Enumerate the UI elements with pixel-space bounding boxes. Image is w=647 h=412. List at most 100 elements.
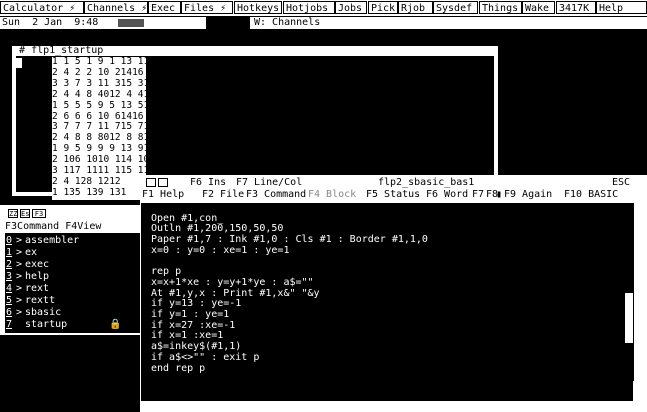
sleep-icon[interactable]: ZZ (8, 209, 18, 218)
menu-f3-key: F3 (5, 221, 18, 232)
wake-label: Wake (525, 3, 550, 14)
clock-display: Sun 2 Jan 9:48 (0, 17, 118, 29)
f3-command-button[interactable]: F3 Command (246, 189, 306, 201)
menu-list: 0 > assembler 1 > ex 2 > exec 3 > help 4 > rext 5 >… (5, 233, 140, 333)
code-line: if a$<>"" : exit p (151, 351, 260, 363)
f8-rect-icon: ▮ (496, 189, 503, 200)
menu-item-number: 7 (5, 319, 13, 330)
escape-button[interactable]: ESC (612, 177, 630, 189)
memory-button[interactable]: 3417K (556, 1, 596, 14)
f6-ins-label[interactable]: F6 Ins (190, 177, 226, 189)
menu-header-icons: ZZ Es F3 (8, 209, 84, 219)
menu-item-label: assembler (25, 235, 80, 246)
menu-item-label: help (25, 271, 50, 282)
menu-f4-key: F4 (65, 221, 78, 232)
rjob-button[interactable]: Rjob (398, 1, 433, 14)
f6-word-button[interactable]: F6 Word (426, 189, 468, 201)
exec-label: Exec (151, 3, 176, 14)
menu-item-ex[interactable]: 1 > ex (5, 247, 140, 259)
menu-item-label: exec (25, 259, 50, 270)
startup-window-title: # flp1_startup (17, 45, 106, 56)
channel-indicator: W: Channels (250, 17, 647, 29)
menu-item-number: 2 (5, 259, 13, 270)
f10-basic-button[interactable]: F10 BASIC (564, 189, 618, 201)
pick-label: Pick (371, 3, 396, 14)
code-line: end rep p (151, 362, 206, 374)
hotjobs-label: Hotjobs (286, 3, 329, 14)
text-cursor (16, 58, 22, 68)
things-label: Things (482, 3, 519, 14)
menu-item-assembler[interactable]: 0 > assembler (5, 235, 140, 247)
hotjobs-button[interactable]: Hotjobs (283, 1, 335, 14)
editor-scrollbar[interactable] (624, 203, 634, 381)
hash-label: # (19, 45, 26, 56)
arrow-icon: > (15, 295, 23, 306)
wake-button[interactable]: Wake (522, 1, 555, 14)
pick-button[interactable]: Pick (368, 1, 398, 14)
files-button[interactable]: Files ⚡ (181, 1, 233, 14)
code-line: ​ (141, 257, 633, 268)
menu-item-label: rext (25, 283, 50, 294)
arrow-icon: > (15, 283, 23, 294)
f2-file-button[interactable]: F2 File (202, 189, 244, 201)
progress-fill (118, 19, 145, 27)
f7-button[interactable]: F7 (472, 189, 484, 201)
menu-item-number: 5 (5, 295, 13, 306)
arrow-icon: > (15, 271, 23, 282)
sysdef-button[interactable]: Sysdef (433, 1, 478, 14)
f9-again-button[interactable]: F9 Again (504, 189, 552, 201)
hotkeys-button[interactable]: Hotkeys (234, 1, 282, 14)
escape-icon[interactable]: Es (20, 209, 30, 218)
menu-item-rext[interactable]: 4 > rext (5, 283, 140, 295)
lightning-icon: ⚡ (220, 3, 227, 14)
menu-item-rextt[interactable]: 5 > rextt (5, 295, 140, 307)
output-row: 1 5 5 5 9 5 13 517 521 525 5 (52, 99, 146, 111)
arrow-icon: > (15, 235, 23, 246)
menu-item-number: 4 (5, 283, 13, 294)
editor-right-border (634, 203, 647, 401)
menu-item-number: 3 (5, 271, 13, 282)
arrow-icon: > (15, 307, 23, 318)
help-label: Help (599, 3, 624, 14)
scrollbar-thumb[interactable] (625, 293, 633, 343)
menu-command-button[interactable]: Command (17, 221, 59, 232)
top-button-bar: Calculator ⚡ Channels ⚡ Exec Files ⚡ Hot… (0, 0, 647, 16)
menu-item-label: ex (25, 247, 38, 258)
help-button[interactable]: Help (596, 1, 647, 14)
arrow-icon: > (15, 247, 23, 258)
code-line: x=0 : y=0 : xe=1 : ye=1 (151, 244, 290, 256)
channels-button[interactable]: Channels ⚡ (84, 1, 148, 14)
editor-function-bar: F1 Help F2 File F3 Command F4 Block F5 S… (140, 189, 647, 201)
arrow-icon: > (15, 259, 23, 270)
menu-item-number: 0 (5, 235, 13, 246)
escape-icon[interactable] (158, 178, 168, 187)
sleep-icon[interactable] (146, 178, 156, 187)
editor-title-bar: F6 Ins F7 Line/Col flp2_sbasic_bas1 ESC (140, 176, 647, 189)
f5-status-button[interactable]: F5 Status (366, 189, 420, 201)
jobs-button[interactable]: Jobs (335, 1, 367, 14)
menu-item-sbasic[interactable]: 6 > sbasic (5, 307, 140, 319)
menu-item-help[interactable]: 3 > help (5, 271, 140, 283)
menu-item-number: 1 (5, 247, 13, 258)
f7-linecol-label[interactable]: F7 Line/Col (236, 177, 302, 189)
f4-block-button[interactable]: F4 Block (308, 189, 356, 201)
output-row: 1 135 139 131 (52, 186, 127, 198)
output-row: 2 4 4 8 4012 4 418 422 426 4 (52, 88, 146, 100)
f1-help-button[interactable]: F1 Help (142, 189, 184, 201)
calculator-button[interactable]: Calculator ⚡ (0, 1, 84, 14)
menu-view-button[interactable]: View (77, 221, 101, 232)
calculator-label: Calculator (3, 3, 64, 14)
things-button[interactable]: Things (479, 1, 522, 14)
editor-text-area[interactable]: ​ Open #1,con_ Outln #1,200,150,50,50 Pa… (141, 203, 633, 381)
f3-icon[interactable]: F3 (32, 209, 46, 218)
lightning-icon: ⚡ (141, 3, 148, 14)
menu-item-exec[interactable]: 2 > exec (5, 259, 140, 271)
number-output-panel: 1 1 5 1 9 1 13 117 121 125 1 2 4 2 2 10 … (52, 57, 146, 200)
memory-label: 3417K (559, 3, 590, 14)
menu-item-label: sbasic (25, 307, 62, 318)
files-label: Files (184, 3, 215, 14)
menu-command-bar: F3Command F4View (5, 221, 140, 233)
menu-item-startup[interactable]: 7 startup 🔒 (5, 319, 140, 331)
lock-icon: 🔒 (109, 319, 122, 330)
exec-button[interactable]: Exec (148, 1, 181, 14)
